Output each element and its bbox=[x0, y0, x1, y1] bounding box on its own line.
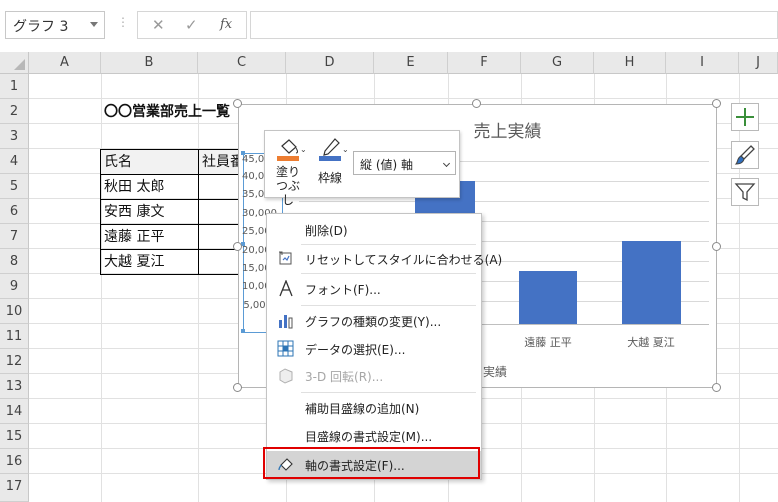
select-data-icon bbox=[277, 340, 294, 357]
x-tick-label: 遠藤 正平 bbox=[524, 336, 572, 349]
row-header-9[interactable]: 9 bbox=[0, 274, 29, 299]
column-header-f[interactable]: F bbox=[448, 52, 521, 74]
formula-bar: グラフ 3 ⋮ ✕ ✓ fx bbox=[0, 0, 778, 52]
resize-handle[interactable] bbox=[233, 242, 242, 251]
context-menu: 削除(D) リセットしてスタイルに合わせる(A) フォント(F)... グラフの… bbox=[266, 213, 502, 480]
x-tick-label: 大越 夏江 bbox=[627, 336, 675, 349]
row-header-10[interactable]: 10 bbox=[0, 299, 29, 324]
chart-styles-button[interactable] bbox=[731, 141, 759, 169]
name-box-value: グラフ 3 bbox=[13, 19, 69, 35]
resize-handle[interactable] bbox=[233, 99, 242, 108]
row-header-5[interactable]: 5 bbox=[0, 174, 29, 199]
menu-item-3d-rotation: 3-D 回転(R)... bbox=[267, 362, 481, 389]
chevron-down-icon[interactable] bbox=[442, 159, 451, 168]
cancel-icon[interactable]: ✕ bbox=[152, 16, 165, 34]
3d-rotation-icon bbox=[279, 368, 293, 384]
outline-button[interactable]: ⌄ 枠線 bbox=[315, 135, 351, 195]
chart-filters-button[interactable] bbox=[731, 178, 759, 206]
row-header-1[interactable]: 1 bbox=[0, 74, 29, 99]
chart-element-value: 縦 (値) 軸 bbox=[360, 158, 413, 172]
plus-icon bbox=[736, 108, 754, 126]
menu-item-delete[interactable]: 削除(D) bbox=[267, 216, 481, 243]
resize-handle[interactable] bbox=[233, 383, 242, 392]
row-header-2[interactable]: 2 bbox=[0, 99, 29, 124]
row-header-8[interactable]: 8 bbox=[0, 249, 29, 274]
row-header-12[interactable]: 12 bbox=[0, 349, 29, 374]
row-header-17[interactable]: 17 bbox=[0, 474, 29, 502]
row-header-6[interactable]: 6 bbox=[0, 199, 29, 224]
enter-icon[interactable]: ✓ bbox=[185, 16, 198, 34]
header-id-cell[interactable]: 社員番 bbox=[198, 149, 240, 175]
name-cell[interactable]: 秋田 太郎 bbox=[100, 174, 199, 200]
row-header-16[interactable]: 16 bbox=[0, 449, 29, 474]
name-cell[interactable]: 安西 康文 bbox=[100, 199, 199, 225]
id-cell[interactable] bbox=[198, 174, 240, 200]
formula-input[interactable] bbox=[250, 11, 778, 39]
resize-handle[interactable] bbox=[472, 99, 481, 108]
formula-actions: ✕ ✓ fx bbox=[137, 11, 247, 39]
header-name-cell[interactable]: 氏名 bbox=[100, 149, 199, 175]
row-header-13[interactable]: 13 bbox=[0, 374, 29, 399]
column-header-j[interactable]: J bbox=[739, 52, 778, 74]
outline-label: 枠線 bbox=[317, 171, 342, 185]
chevron-down-icon[interactable]: ⌄ bbox=[342, 145, 349, 154]
menu-item-select-data[interactable]: データの選択(E)... bbox=[267, 335, 481, 362]
chevron-down-icon[interactable] bbox=[90, 22, 98, 27]
chart-elements-button[interactable] bbox=[731, 103, 759, 131]
options-icon: ⋮ bbox=[117, 15, 129, 29]
filter-icon bbox=[734, 183, 756, 202]
select-all-corner[interactable] bbox=[0, 52, 29, 74]
column-header-g[interactable]: G bbox=[521, 52, 594, 74]
menu-item-change-chart-type[interactable]: グラフの種類の変更(Y)... bbox=[267, 307, 481, 334]
column-header-i[interactable]: I bbox=[666, 52, 739, 74]
insert-function-icon[interactable]: fx bbox=[220, 17, 232, 32]
series-label: 実績 bbox=[483, 365, 508, 379]
name-cell[interactable]: 遠藤 正平 bbox=[100, 224, 199, 250]
menu-item-reset-style[interactable]: リセットしてスタイルに合わせる(A) bbox=[267, 245, 502, 272]
fill-button[interactable]: ⌄ 塗りつぶし bbox=[273, 135, 309, 207]
fill-label: 塗りつぶし bbox=[275, 165, 300, 207]
menu-item-add-minor-gridlines[interactable]: 補助目盛線の追加(N) bbox=[267, 394, 481, 421]
chart-element-dropdown[interactable]: 縦 (値) 軸 bbox=[353, 151, 456, 175]
sheet-title[interactable]: 〇〇営業部売上一覧 bbox=[101, 100, 241, 124]
name-cell[interactable]: 大越 夏江 bbox=[100, 249, 199, 275]
font-icon bbox=[279, 280, 293, 297]
column-header-e[interactable]: E bbox=[374, 52, 448, 74]
row-header-14[interactable]: 14 bbox=[0, 399, 29, 424]
row-header-15[interactable]: 15 bbox=[0, 424, 29, 449]
id-cell[interactable] bbox=[198, 249, 240, 275]
mini-toolbar: ⌄ 塗りつぶし ⌄ 枠線 縦 (値) 軸 bbox=[264, 130, 460, 207]
column-header-c[interactable]: C bbox=[198, 52, 286, 74]
resize-handle[interactable] bbox=[712, 242, 721, 251]
row-header-7[interactable]: 7 bbox=[0, 224, 29, 249]
gridline bbox=[299, 201, 709, 202]
chart-type-icon bbox=[279, 315, 293, 329]
row-header-11[interactable]: 11 bbox=[0, 324, 29, 349]
id-cell[interactable] bbox=[198, 199, 240, 225]
column-header-b[interactable]: B bbox=[101, 52, 198, 74]
bar-okoshi[interactable] bbox=[622, 241, 681, 324]
menu-item-format-gridlines[interactable]: 目盛線の書式設定(M)... bbox=[267, 422, 481, 449]
reset-icon bbox=[279, 251, 292, 265]
highlight-box bbox=[263, 447, 480, 479]
chevron-down-icon[interactable]: ⌄ bbox=[300, 145, 307, 154]
resize-handle[interactable] bbox=[712, 383, 721, 392]
brush-icon bbox=[734, 145, 755, 165]
column-header-d[interactable]: D bbox=[286, 52, 374, 74]
menu-item-font[interactable]: フォント(F)... bbox=[267, 275, 481, 302]
row-header-3[interactable]: 3 bbox=[0, 124, 29, 149]
bar-endo[interactable] bbox=[519, 271, 577, 324]
row-header-4[interactable]: 4 bbox=[0, 149, 29, 174]
column-header-a[interactable]: A bbox=[29, 52, 101, 74]
resize-handle[interactable] bbox=[712, 99, 721, 108]
column-header-h[interactable]: H bbox=[594, 52, 666, 74]
name-box[interactable]: グラフ 3 bbox=[5, 11, 105, 39]
